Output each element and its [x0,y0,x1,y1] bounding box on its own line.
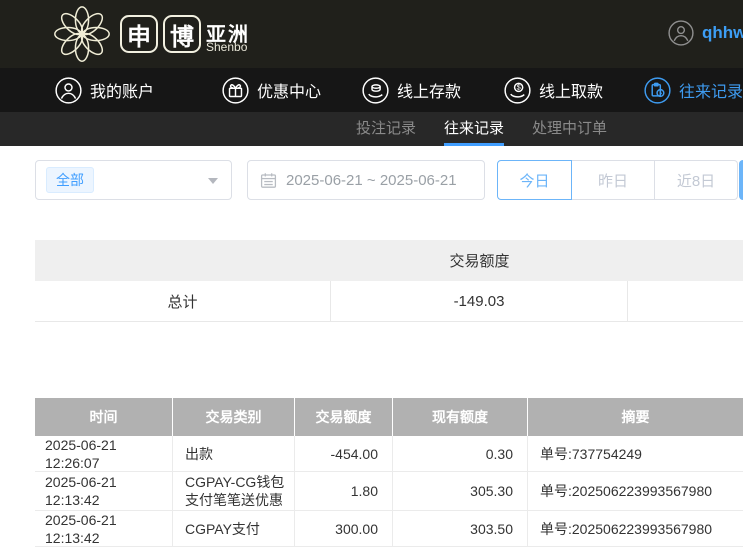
records-table: 时间 交易类别 交易额度 现有额度 摘要 2025-06-21 12:26:07… [35,398,743,547]
cell-summary: 单号:202506223993567980 [528,472,743,510]
records-table-header: 时间 交易类别 交易额度 现有额度 摘要 [35,398,743,436]
records-tabs: 投注记录 往来记录 处理中订单 [356,112,607,146]
user-account-menu[interactable]: qhhw [668,20,743,46]
nav-item-label: 往来记录 [679,78,743,102]
nav-item-my-account[interactable]: 我的账户 [55,68,154,112]
tab-processing-orders[interactable]: 处理中订单 [532,112,607,146]
cell-balance: 303.50 [393,511,528,546]
cell-balance: 0.30 [393,436,528,471]
transaction-type-select[interactable]: 全部 [35,160,232,200]
table-row: 2025-06-21 12:13:42 CGPAY-CG钱包支付笔笔送优惠 1.… [35,472,743,511]
nav-item-online-deposit[interactable]: 线上存款 [362,68,461,112]
top-header: 申 博 亚洲 Shenbo qhhw [0,0,743,68]
user-icon [55,77,82,104]
cell-type: CGPAY-CG钱包支付笔笔送优惠 [173,472,295,510]
date-range-value: 2025-06-21 ~ 2025-06-21 [286,172,457,189]
svg-text:$: $ [517,82,521,91]
cell-type: CGPAY支付 [173,511,295,546]
column-header-type: 交易类别 [173,398,295,436]
nav-item-label: 优惠中心 [257,78,321,102]
nav-item-transaction-records[interactable]: 往来记录 [644,68,743,112]
summary-total-row: 总计 -149.03 [35,281,743,322]
tab-transaction-records[interactable]: 往来记录 [444,112,504,146]
column-header-amount: 交易额度 [295,398,393,436]
summary-total-value: -149.03 [331,281,628,321]
last-8-days-button[interactable]: 近8日 [655,160,738,200]
search-button[interactable] [739,160,743,200]
summary-table-header: 交易额度 [35,240,743,281]
calendar-icon [260,172,277,189]
table-row: 2025-06-21 12:13:42 CGPAY支付 300.00 303.5… [35,511,743,547]
gift-icon [222,77,249,104]
summary-total-label: 总计 [35,281,331,321]
cell-amount: 300.00 [295,511,393,546]
cell-time: 2025-06-21 12:13:42 [35,472,173,510]
nav-item-label: 线上取款 [539,78,603,102]
date-range-picker[interactable]: 2025-06-21 ~ 2025-06-21 [247,160,485,200]
cell-summary: 单号:202506223993567980 [528,511,743,546]
cell-summary: 单号:737754249 [528,436,743,471]
column-header-balance: 现有额度 [393,398,528,436]
logo-subtitle-text: Shenbo [206,40,247,54]
today-button[interactable]: 今日 [497,160,572,200]
chevron-down-icon [208,178,218,184]
table-row: 2025-06-21 12:26:07 出款 -454.00 0.30 单号:7… [35,436,743,472]
summary-empty-cell [628,281,743,321]
yesterday-button[interactable]: 昨日 [572,160,655,200]
column-header-summary: 摘要 [528,398,743,436]
cell-time: 2025-06-21 12:13:42 [35,511,173,546]
records-icon [644,77,671,104]
records-subnav: 投注记录 往来记录 处理中订单 [0,112,743,146]
summary-table: 交易额度 总计 -149.03 [35,240,743,322]
deposit-icon [362,77,389,104]
selected-type-tag: 全部 [46,167,94,193]
summary-header-spacer [628,240,743,281]
summary-header-spacer [35,240,331,281]
transaction-records-page: 申 博 亚洲 Shenbo qhhw 我的 [0,0,743,550]
username-text: qhhw [702,23,743,43]
withdraw-icon: $ [504,77,531,104]
cell-time: 2025-06-21 12:26:07 [35,436,173,471]
logo-char-shen[interactable]: 申 [120,15,158,53]
nav-item-label: 线上存款 [397,78,461,102]
logo-char-bo[interactable]: 博 [163,15,201,53]
nav-item-label: 我的账户 [90,78,154,102]
user-avatar-icon [668,20,694,46]
shenbo-flower-logo-icon[interactable] [50,4,114,64]
quick-range-button-group: 今日 昨日 近8日 [497,160,738,200]
cell-balance: 305.30 [393,472,528,510]
tab-betting-records[interactable]: 投注记录 [356,112,416,146]
nav-item-online-withdrawal[interactable]: $ 线上取款 [504,68,603,112]
cell-amount: 1.80 [295,472,393,510]
nav-item-promotions[interactable]: 优惠中心 [222,68,321,112]
column-header-time: 时间 [35,398,173,436]
cell-type: 出款 [173,436,295,471]
summary-header-amount: 交易额度 [331,240,628,281]
main-navigation: 我的账户 优惠中心 [0,68,743,112]
cell-amount: -454.00 [295,436,393,471]
